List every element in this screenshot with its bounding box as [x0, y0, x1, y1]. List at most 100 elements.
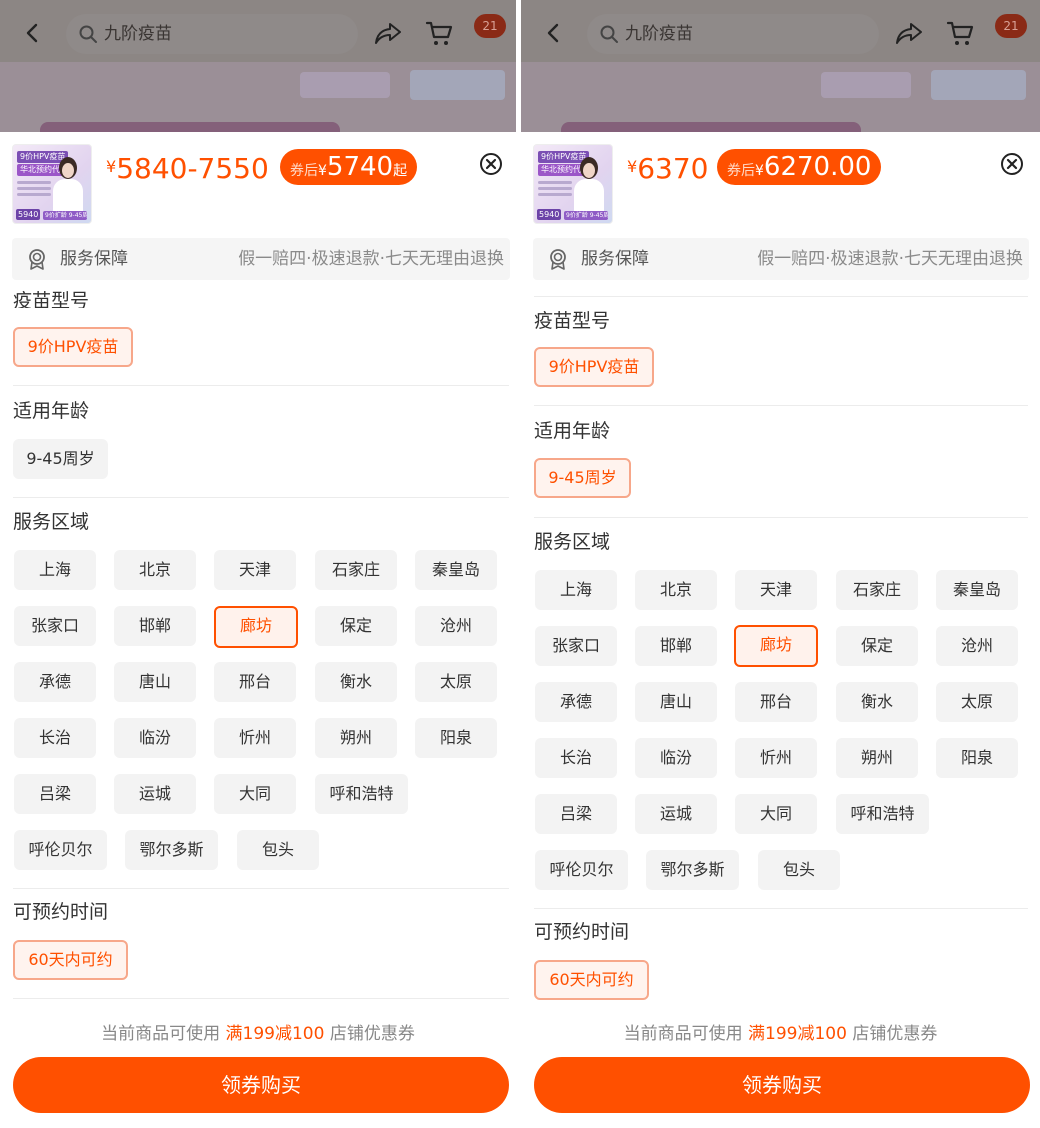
search-bar[interactable]: 九阶疫苗 — [587, 14, 879, 54]
share-icon[interactable] — [374, 20, 402, 46]
region-option-beijing[interactable]: 北京 — [114, 550, 196, 590]
claim-coupon-buy-button[interactable]: 领券购买 — [534, 1057, 1030, 1113]
region-option-xinzhou[interactable]: 忻州 — [214, 718, 296, 758]
region-option-linfen[interactable]: 临汾 — [114, 718, 196, 758]
product-thumbnail: 9价HPV疫苗 华北预约代订 5940 9价扩龄 9-45周岁适用 — [533, 144, 613, 224]
region-option-yuncheng[interactable]: 运城 — [114, 774, 196, 814]
price-range: ¥5840-7550 — [106, 152, 269, 185]
region-option-shuozhou[interactable]: 朔州 — [315, 718, 397, 758]
banner-title-shape — [561, 122, 861, 132]
region-option-shijiazhuang[interactable]: 石家庄 — [836, 570, 918, 610]
time-title: 可预约时间 — [534, 921, 630, 943]
region-option-hulunbuir[interactable]: 呼伦贝尔 — [14, 830, 107, 870]
coupon-currency: ¥ — [755, 163, 764, 179]
region-option-qinhuangdao[interactable]: 秦皇岛 — [936, 570, 1018, 610]
region-option-shijiazhuang[interactable]: 石家庄 — [315, 550, 397, 590]
region-option-yuncheng[interactable]: 运城 — [635, 794, 717, 834]
vaccine-type-option[interactable]: 9价HPV疫苗 — [13, 327, 133, 367]
region-option-langfang[interactable]: 廊坊 — [214, 606, 298, 648]
age-option[interactable]: 9-45周岁 — [534, 458, 631, 498]
service-guarantee[interactable]: 服务保障 假一赔四·极速退款·七天无理由退换 — [12, 238, 510, 280]
region-option-tangshan[interactable]: 唐山 — [114, 662, 196, 702]
region-option-yangquan[interactable]: 阳泉 — [415, 718, 497, 758]
shield-icon — [550, 249, 566, 270]
right-panel: 九阶疫苗 21 9价HPV疫苗 华北预约代订 5940 9价扩龄 9-45周岁适… — [521, 0, 1040, 1128]
region-option-xingtai[interactable]: 邢台 — [214, 662, 296, 702]
region-option-lvliang[interactable]: 吕梁 — [14, 774, 96, 814]
region-option-tangshan[interactable]: 唐山 — [635, 682, 717, 722]
thumbnail-model-image — [51, 157, 85, 219]
region-option-hengshui[interactable]: 衡水 — [836, 682, 918, 722]
region-option-baoding[interactable]: 保定 — [315, 606, 397, 646]
time-option[interactable]: 60天内可约 — [13, 940, 128, 980]
age-option[interactable]: 9-45周岁 — [13, 439, 108, 479]
region-option-shanghai[interactable]: 上海 — [535, 570, 617, 610]
close-icon[interactable] — [479, 152, 503, 176]
region-option-chengde[interactable]: 承德 — [14, 662, 96, 702]
section-divider — [534, 517, 1028, 518]
region-option-xingtai[interactable]: 邢台 — [735, 682, 817, 722]
region-option-handan[interactable]: 邯郸 — [114, 606, 196, 646]
service-guarantee[interactable]: 服务保障 假一赔四·极速退款·七天无理由退换 — [533, 238, 1029, 280]
section-divider — [534, 908, 1028, 909]
background-banner — [0, 62, 516, 132]
region-option-taiyuan[interactable]: 太原 — [415, 662, 497, 702]
coupon-note-prefix: 当前商品可使用 — [101, 1024, 221, 1044]
region-option-tianjin[interactable]: 天津 — [735, 570, 817, 610]
region-option-changzhi[interactable]: 长治 — [535, 738, 617, 778]
region-option-ordos[interactable]: 鄂尔多斯 — [125, 830, 218, 870]
region-option-datong[interactable]: 大同 — [214, 774, 296, 814]
region-option-baotou[interactable]: 包头 — [237, 830, 319, 870]
banner-title-shape — [40, 122, 340, 132]
region-option-hohhot[interactable]: 呼和浩特 — [836, 794, 929, 834]
region-option-ordos[interactable]: 鄂尔多斯 — [646, 850, 739, 890]
region-option-beijing[interactable]: 北京 — [635, 570, 717, 610]
cart-icon[interactable] — [424, 18, 454, 48]
region-option-shanghai[interactable]: 上海 — [14, 550, 96, 590]
region-option-zhangjiakou[interactable]: 张家口 — [14, 606, 96, 646]
age-title: 适用年龄 — [534, 420, 611, 442]
search-bar[interactable]: 九阶疫苗 — [66, 14, 358, 54]
close-icon[interactable] — [1000, 152, 1024, 176]
region-option-shuozhou[interactable]: 朔州 — [836, 738, 918, 778]
region-option-lvliang[interactable]: 吕梁 — [535, 794, 617, 834]
region-option-chengde[interactable]: 承德 — [535, 682, 617, 722]
vaccine-type-option[interactable]: 9价HPV疫苗 — [534, 347, 654, 387]
back-icon[interactable] — [22, 22, 44, 44]
region-option-datong[interactable]: 大同 — [735, 794, 817, 834]
section-divider — [534, 405, 1028, 406]
region-option-taiyuan[interactable]: 太原 — [936, 682, 1018, 722]
thumbnail-price-tag: 5940 — [537, 209, 562, 220]
region-option-hulunbuir[interactable]: 呼伦贝尔 — [535, 850, 628, 890]
region-option-linfen[interactable]: 临汾 — [635, 738, 717, 778]
region-option-yangquan[interactable]: 阳泉 — [936, 738, 1018, 778]
price-currency: ¥ — [106, 157, 117, 176]
region-option-zhangjiakou[interactable]: 张家口 — [535, 626, 617, 666]
region-option-hengshui[interactable]: 衡水 — [315, 662, 397, 702]
region-option-handan[interactable]: 邯郸 — [635, 626, 717, 666]
region-option-hohhot[interactable]: 呼和浩特 — [315, 774, 408, 814]
coupon-price: 5740 — [326, 152, 394, 182]
region-option-baotou[interactable]: 包头 — [758, 850, 840, 890]
region-option-changzhi[interactable]: 长治 — [14, 718, 96, 758]
region-option-baoding[interactable]: 保定 — [836, 626, 918, 666]
region-option-cangzhou[interactable]: 沧州 — [936, 626, 1018, 666]
cart-icon[interactable] — [945, 18, 975, 48]
region-option-langfang[interactable]: 廊坊 — [734, 625, 818, 667]
cart-count-badge: 21 — [474, 14, 506, 38]
region-option-xinzhou[interactable]: 忻州 — [735, 738, 817, 778]
claim-coupon-buy-button[interactable]: 领券购买 — [13, 1057, 509, 1113]
cart-count-badge: 21 — [995, 14, 1027, 38]
back-icon[interactable] — [543, 22, 565, 44]
region-option-tianjin[interactable]: 天津 — [214, 550, 296, 590]
left-panel: 九阶疫苗 21 9价HPV疫苗 华北预约代订 5940 9价扩龄 9-45周岁适… — [0, 0, 516, 1128]
region-option-cangzhou[interactable]: 沧州 — [415, 606, 497, 646]
time-option[interactable]: 60天内可约 — [534, 960, 649, 1000]
share-icon[interactable] — [895, 20, 923, 46]
top-nav-bar: 九阶疫苗 21 — [521, 8, 1040, 58]
section-divider — [13, 888, 509, 889]
background-page: 九阶疫苗 21 — [521, 0, 1040, 132]
region-option-qinhuangdao[interactable]: 秦皇岛 — [415, 550, 497, 590]
product-thumbnail: 9价HPV疫苗 华北预约代订 5940 9价扩龄 9-45周岁适用 — [12, 144, 92, 224]
coupon-note-prefix: 当前商品可使用 — [623, 1024, 743, 1044]
